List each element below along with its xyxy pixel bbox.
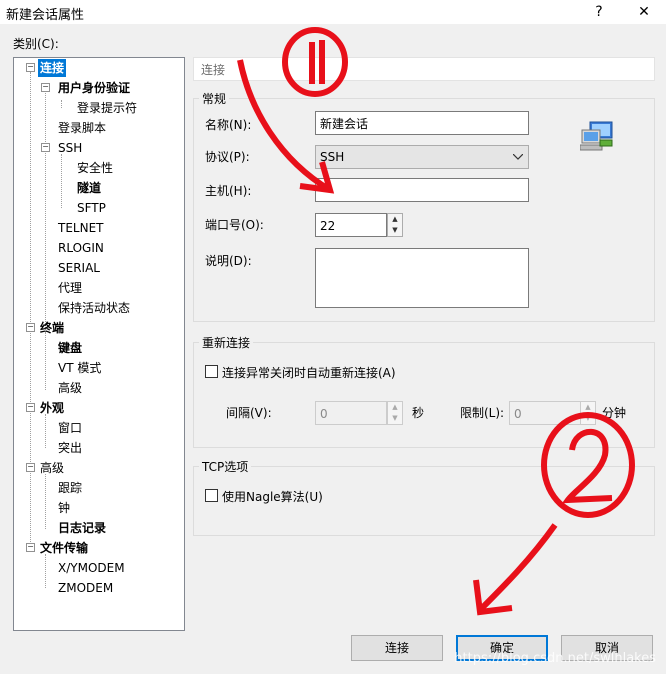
auto-reconnect-checkbox[interactable] [205,365,218,378]
tree-item-file-transfer[interactable]: 文件传输 [38,539,90,557]
general-group-title: 常规 [199,90,230,107]
tree-item-highlight[interactable]: 突出 [56,439,84,457]
tree-item-xymodem[interactable]: X/YMODEM [56,559,127,577]
tree-item-connection[interactable]: 连接 [38,59,67,77]
category-tree[interactable]: − 连接 − 用户身份验证 登录提示符 登录脚本 − SSH 安全性 隧道 SF… [13,57,185,631]
collapse-icon[interactable]: − [41,143,50,152]
tree-item-zmodem[interactable]: ZMODEM [56,579,115,597]
tree-item-terminal-advanced[interactable]: 高级 [56,379,84,397]
reconnect-group [193,342,655,448]
collapse-icon[interactable]: − [26,323,35,332]
help-button[interactable]: ? [588,2,610,22]
tree-item-telnet[interactable]: TELNET [56,219,106,237]
protocol-value: SSH [320,150,345,164]
tree-item-keyboard[interactable]: 键盘 [56,339,84,357]
port-spinner[interactable]: ▲ ▼ [387,213,403,237]
tree-item-rlogin[interactable]: RLOGIN [56,239,106,257]
tree-item-advanced[interactable]: 高级 [38,459,66,477]
protocol-label: 协议(P): [205,150,250,164]
tree-item-serial[interactable]: SERIAL [56,259,102,277]
auto-reconnect-label: 连接异常关闭时自动重新连接(A) [222,366,396,380]
limit-input[interactable]: 0 [509,401,581,425]
section-header: 连接 [201,63,226,77]
tree-item-proxy[interactable]: 代理 [56,279,84,297]
tree-item-logging[interactable]: 日志记录 [56,519,108,537]
tree-item-bell[interactable]: 钟 [56,499,72,517]
tree-item-vt-mode[interactable]: VT 模式 [56,359,103,377]
tree-item-sftp[interactable]: SFTP [75,199,108,217]
spin-down-icon[interactable]: ▼ [581,413,595,424]
spin-up-icon[interactable]: ▲ [388,402,402,413]
spin-down-icon[interactable]: ▼ [388,225,402,236]
limit-unit: 分钟 [602,406,627,420]
tree-item-login-prompt[interactable]: 登录提示符 [75,99,139,117]
title-bar [0,0,666,24]
close-button[interactable]: ✕ [633,2,655,22]
reconnect-group-title: 重新连接 [199,334,254,351]
network-computer-icon [580,121,613,151]
nagle-label: 使用Nagle算法(U) [222,490,323,504]
tree-item-keepalive[interactable]: 保持活动状态 [56,299,132,317]
tree-item-security[interactable]: 安全性 [75,159,115,177]
connect-button[interactable]: 连接 [351,635,443,661]
tree-item-window[interactable]: 窗口 [56,419,84,437]
interval-label: 间隔(V): [226,406,272,420]
collapse-icon[interactable]: − [26,543,35,552]
collapse-icon[interactable]: − [41,83,50,92]
tree-item-login-script[interactable]: 登录脚本 [56,119,108,137]
window-title: 新建会话属性 [6,8,85,23]
tree-item-auth[interactable]: 用户身份验证 [56,79,132,97]
name-input[interactable]: 新建会话 [315,111,529,135]
collapse-icon[interactable]: − [26,403,35,412]
interval-spinner[interactable]: ▲ ▼ [387,401,403,425]
collapse-icon[interactable]: − [26,463,35,472]
nagle-checkbox[interactable] [205,489,218,502]
limit-spinner[interactable]: ▲ ▼ [580,401,596,425]
tree-item-ssh[interactable]: SSH [56,139,84,157]
host-label: 主机(H): [205,184,252,198]
description-textarea[interactable] [315,248,529,308]
port-label: 端口号(O): [205,218,264,232]
watermark: https://blog.csdn.net/swlhlakes [454,651,656,666]
tcp-group-title: TCP选项 [199,458,252,475]
interval-input[interactable]: 0 [315,401,387,425]
description-label: 说明(D): [205,254,252,268]
tree-item-terminal[interactable]: 终端 [38,319,66,337]
tree-item-trace[interactable]: 跟踪 [56,479,84,497]
port-input[interactable]: 22 [315,213,387,237]
limit-label: 限制(L): [460,406,505,420]
category-label: 类别(C): [13,37,59,51]
protocol-select[interactable]: SSH [315,145,529,169]
spin-down-icon[interactable]: ▼ [388,413,402,424]
spin-up-icon[interactable]: ▲ [388,214,402,225]
chevron-down-icon [513,154,523,160]
interval-unit: 秒 [412,406,425,420]
spin-up-icon[interactable]: ▲ [581,402,595,413]
name-label: 名称(N): [205,118,252,132]
tree-item-tunnel[interactable]: 隧道 [75,179,103,197]
collapse-icon[interactable]: − [26,63,35,72]
host-input[interactable] [315,178,529,202]
section-header-bar [193,57,655,81]
tree-item-appearance[interactable]: 外观 [38,399,66,417]
